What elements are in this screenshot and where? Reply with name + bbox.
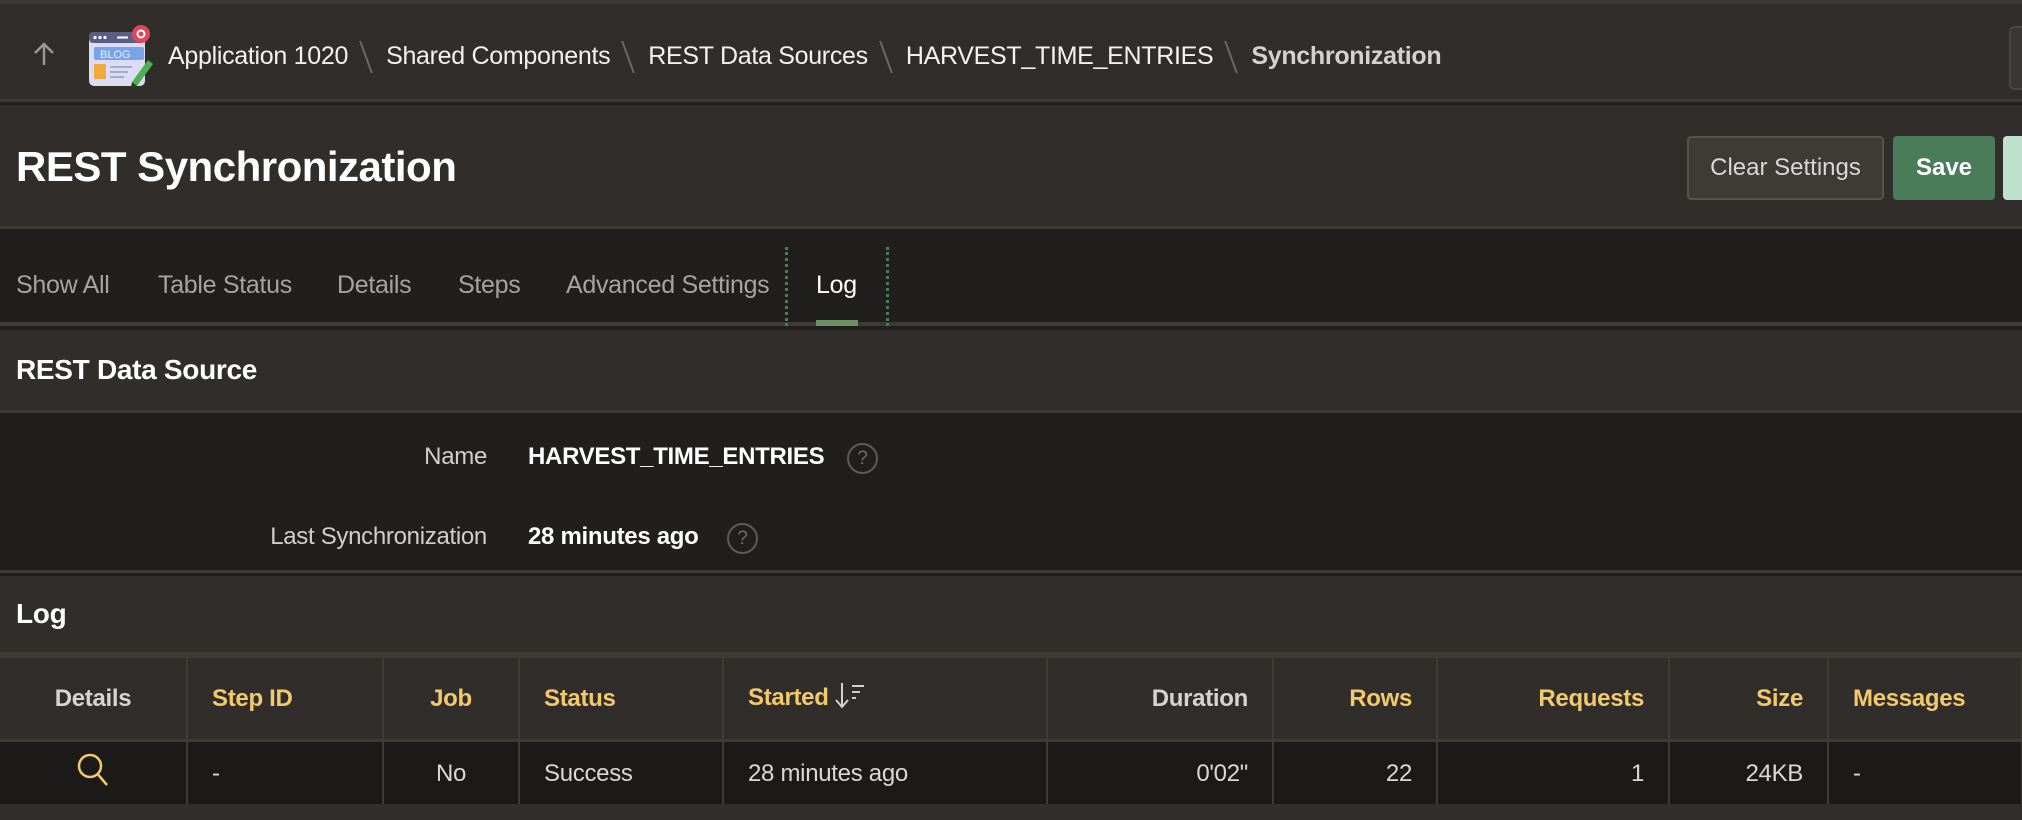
help-icon[interactable]: ? — [727, 523, 758, 554]
column-header-messages[interactable]: Messages — [1828, 655, 2022, 742]
breadcrumb-item-shared-components[interactable]: Shared Components — [386, 42, 611, 71]
column-header-status[interactable]: Status — [519, 655, 724, 742]
job-cell: No — [383, 740, 520, 808]
page-header: REST Synchronization Clear Settings Save — [0, 105, 2022, 229]
tab-focus-outline-left — [785, 247, 788, 326]
breadcrumb-bar: BLOG Application 1020 Shared Components … — [0, 4, 2022, 102]
tab-table-status[interactable]: Table Status — [158, 271, 292, 300]
status-cell: Success — [519, 740, 724, 808]
column-header-rows[interactable]: Rows — [1273, 655, 1438, 742]
breadcrumb-separator — [872, 39, 902, 73]
bottom-strip — [0, 804, 2022, 820]
breadcrumb: Application 1020 Shared Components REST … — [168, 34, 1442, 78]
tab-steps[interactable]: Steps — [458, 271, 521, 300]
column-header-details: Details — [0, 655, 188, 742]
log-header: Log — [0, 576, 2022, 655]
search-icon[interactable] — [76, 752, 110, 795]
tab-bar: Show All Table Status Details Steps Adva… — [0, 231, 2022, 326]
tab-log[interactable]: Log — [816, 271, 857, 300]
tab-details[interactable]: Details — [337, 271, 412, 300]
breadcrumb-item-data-source[interactable]: HARVEST_TIME_ENTRIES — [906, 42, 1214, 71]
column-header-started-label: Started — [748, 683, 829, 711]
table-header-row: Details Step ID Job Status Started Durat… — [0, 655, 2022, 742]
column-header-requests[interactable]: Requests — [1437, 655, 1670, 742]
apply-button-partial[interactable] — [2003, 136, 2022, 200]
page-title: REST Synchronization — [16, 143, 457, 190]
breadcrumb-separator — [614, 39, 644, 73]
svg-text:BLOG: BLOG — [100, 49, 131, 61]
column-header-step-id[interactable]: Step ID — [187, 655, 384, 742]
log-table: Details Step ID Job Status Started Durat… — [0, 655, 2022, 808]
messages-cell: - — [1828, 740, 2022, 808]
column-header-job[interactable]: Job — [383, 655, 520, 742]
rest-data-source-header: REST Data Source — [0, 330, 2022, 413]
name-value: HARVEST_TIME_ENTRIES — [528, 443, 825, 470]
name-label: Name — [424, 443, 487, 470]
save-button[interactable]: Save — [1893, 136, 1995, 200]
started-cell: 28 minutes ago — [723, 740, 1048, 808]
requests-cell: 1 — [1437, 740, 1670, 808]
size-cell: 24KB — [1669, 740, 1829, 808]
last-synchronization-label: Last Synchronization — [270, 523, 487, 550]
last-synchronization-value: 28 minutes ago — [528, 523, 699, 550]
rows-cell: 22 — [1273, 740, 1438, 808]
column-header-size[interactable]: Size — [1669, 655, 1829, 742]
tab-focus-outline-right — [886, 247, 889, 326]
column-header-started[interactable]: Started — [723, 655, 1048, 742]
breadcrumb-item-current: Synchronization — [1251, 41, 1442, 70]
help-icon[interactable]: ? — [847, 443, 878, 474]
breadcrumb-item-rest-data-sources[interactable]: REST Data Sources — [648, 42, 868, 71]
section-title-log: Log — [16, 598, 67, 629]
section-title-rest-data-source: REST Data Source — [16, 354, 258, 385]
tab-advanced-settings[interactable]: Advanced Settings — [566, 271, 770, 300]
toolbar-button-partial[interactable] — [2009, 26, 2022, 90]
blog-app-icon[interactable]: BLOG — [88, 24, 154, 88]
column-header-duration: Duration — [1047, 655, 1274, 742]
sort-descending-icon — [833, 681, 867, 716]
clear-settings-button[interactable]: Clear Settings — [1687, 136, 1884, 200]
table-row: - No Success 28 minutes ago 0'02" 22 1 2… — [0, 740, 2022, 808]
step-id-cell: - — [187, 740, 384, 808]
breadcrumb-separator — [1217, 39, 1247, 73]
details-cell — [0, 740, 188, 808]
rest-data-source-form: Name HARVEST_TIME_ENTRIES ? Last Synchro… — [0, 413, 2022, 573]
arrow-up-icon[interactable] — [28, 34, 60, 74]
tab-active-indicator — [816, 320, 858, 326]
breadcrumb-separator — [352, 39, 382, 73]
tab-show-all[interactable]: Show All — [16, 271, 110, 300]
breadcrumb-item-application[interactable]: Application 1020 — [168, 42, 348, 71]
duration-cell: 0'02" — [1047, 740, 1274, 808]
